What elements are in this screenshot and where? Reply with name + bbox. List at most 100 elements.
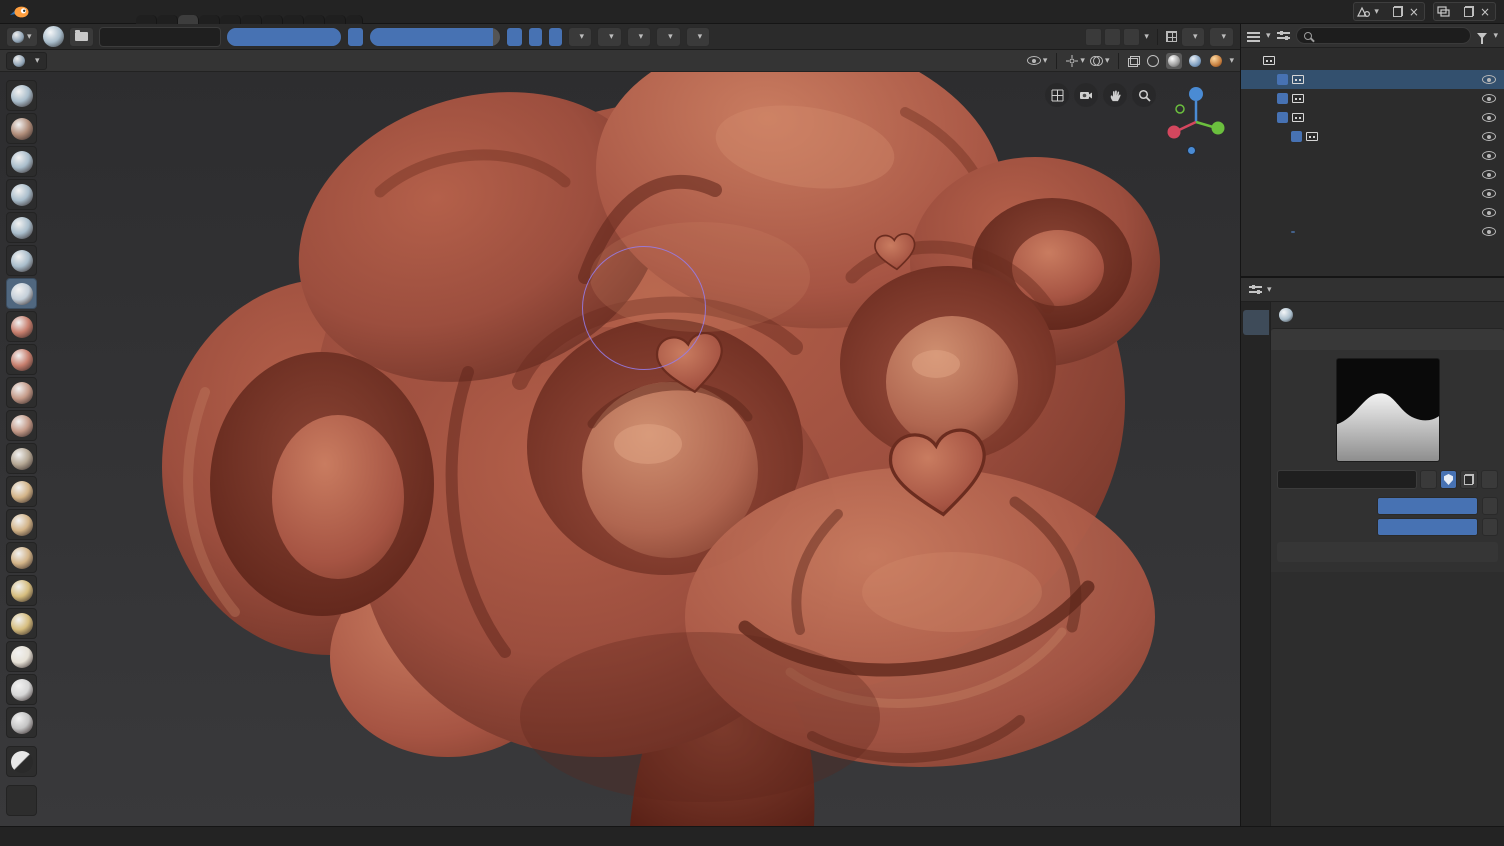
zoom-button[interactable] <box>1132 83 1156 107</box>
tab-tool[interactable] <box>1242 310 1269 335</box>
view-layer-selector[interactable]: × <box>1432 2 1496 21</box>
outliner-search[interactable] <box>1295 27 1472 44</box>
eye-icon[interactable] <box>1482 132 1496 141</box>
tab-texture[interactable] <box>1243 662 1269 687</box>
xray-toggle[interactable] <box>1128 55 1141 67</box>
mode-selector[interactable]: ▾ <box>6 51 47 70</box>
brush-tool-smooth[interactable] <box>6 311 37 342</box>
blender-logo-icon[interactable] <box>8 5 30 19</box>
strength-slider[interactable] <box>1377 518 1478 536</box>
outliner-row-sphere[interactable] <box>1241 184 1504 203</box>
tab-data[interactable] <box>1243 603 1269 628</box>
strength-pressure-button[interactable] <box>1482 518 1498 536</box>
mirror-y-toggle[interactable] <box>1104 27 1122 46</box>
dyntopo-dropdown[interactable]: ▾ <box>1180 26 1206 47</box>
collection-checkbox[interactable] <box>1277 93 1288 104</box>
brush-tool-crease[interactable] <box>6 278 37 309</box>
brush-panel-header[interactable] <box>1271 328 1504 350</box>
outliner-row-2-helpers[interactable] <box>1241 89 1504 108</box>
brush-options-subpanel[interactable] <box>1277 542 1498 562</box>
tab-world[interactable] <box>1243 444 1269 469</box>
outliner-row-3-sculpt[interactable] <box>1241 108 1504 127</box>
brush-tool-pinch[interactable] <box>6 443 37 474</box>
brush-name-field[interactable] <box>98 26 221 47</box>
workspace-tab-scripting[interactable] <box>325 14 346 24</box>
outliner-row-1-render-setup[interactable] <box>1241 70 1504 89</box>
camera-dot-icon[interactable] <box>1187 146 1196 155</box>
filter-icon[interactable] <box>1477 32 1488 44</box>
brush-tool-draw[interactable] <box>6 80 37 111</box>
brush-preview-image[interactable] <box>1335 358 1440 462</box>
users-count-button[interactable] <box>1420 470 1437 489</box>
brush-tool-blob[interactable] <box>6 245 37 276</box>
strength-pressure-button[interactable] <box>505 26 523 47</box>
brush-tool-thumb[interactable] <box>6 575 37 606</box>
object-visibility-dropdown[interactable]: ▾ <box>1026 56 1047 66</box>
tab-particles[interactable] <box>1243 528 1269 553</box>
brush-tool-rotate[interactable] <box>6 674 37 705</box>
radius-slider[interactable] <box>225 26 342 47</box>
eye-icon[interactable] <box>1482 208 1496 217</box>
radius-slider[interactable] <box>1377 497 1478 515</box>
new-scene-icon[interactable] <box>1392 6 1403 17</box>
navigation-gizmo[interactable] <box>1160 82 1232 154</box>
workspace-tab-modeling[interactable] <box>157 14 178 24</box>
brush-tool-fill[interactable] <box>6 377 37 408</box>
workspace-tab-layout[interactable] <box>136 14 157 24</box>
brush-tool-flatten[interactable] <box>6 344 37 375</box>
outliner-row-sphere-002[interactable] <box>1241 146 1504 165</box>
dropdown-brush[interactable]: ▾ <box>567 26 593 47</box>
tab-constraints[interactable] <box>1243 578 1269 603</box>
brush-tool-layer[interactable] <box>6 179 37 210</box>
properties-editor-icon[interactable] <box>1249 284 1262 295</box>
direction-add-button[interactable] <box>527 26 543 47</box>
outliner-row-sphere-003[interactable] <box>1241 165 1504 184</box>
workspace-tab-shading[interactable] <box>241 14 262 24</box>
brush-tool-mask[interactable] <box>6 746 37 777</box>
new-brush-button[interactable] <box>1460 470 1478 489</box>
brush-tool-elastic-deform[interactable] <box>6 509 37 540</box>
outliner-editor-icon[interactable] <box>1247 31 1260 41</box>
browse-brush-button[interactable] <box>68 26 94 47</box>
outliner-display-mode-icon[interactable] <box>1276 30 1290 41</box>
scene-selector[interactable]: ▾ × <box>1353 2 1425 21</box>
outliner-search-input[interactable] <box>1316 30 1464 41</box>
dropdown-falloff[interactable]: ▾ <box>656 26 681 47</box>
options-dropdown[interactable]: ▾ <box>1209 26 1234 47</box>
tab-modifiers[interactable] <box>1243 503 1269 528</box>
eye-icon[interactable] <box>1482 189 1496 198</box>
perspective-grid-button[interactable] <box>1045 83 1069 107</box>
outliner-row-scene-collection[interactable] <box>1241 51 1504 70</box>
gizmos-dropdown[interactable]: ▾ <box>1066 54 1085 67</box>
brush-datablock-name-field[interactable] <box>1277 470 1417 489</box>
mirror-z-toggle[interactable] <box>1123 27 1141 46</box>
3d-viewport[interactable] <box>0 72 1240 826</box>
brush-tool-pose[interactable] <box>6 608 37 639</box>
shading-rendered-button[interactable] <box>1208 53 1224 69</box>
radius-pressure-button[interactable] <box>346 26 364 47</box>
unlink-scene-icon[interactable]: × <box>1407 5 1421 19</box>
pan-hand-button[interactable] <box>1103 83 1127 107</box>
shading-material-button[interactable] <box>1187 53 1203 69</box>
shading-wireframe-button[interactable] <box>1145 53 1161 69</box>
editor-type-selector[interactable]: ▾ <box>6 26 38 47</box>
unlink-brush-button[interactable] <box>1481 470 1498 489</box>
tab-material[interactable] <box>1243 628 1269 653</box>
outliner-row-heart[interactable] <box>1241 127 1504 146</box>
dropdown-stroke[interactable]: ▾ <box>626 26 652 47</box>
sculpt-mesh[interactable] <box>0 72 1240 826</box>
direction-subtract-button[interactable] <box>547 26 563 47</box>
add-workspace-button[interactable] <box>346 14 363 24</box>
mirror-x-toggle[interactable] <box>1085 27 1103 46</box>
eye-icon[interactable] <box>1482 151 1496 160</box>
dropdown-texture[interactable]: ▾ <box>597 26 622 47</box>
shading-solid-button[interactable] <box>1166 52 1183 69</box>
tab-object[interactable] <box>1243 478 1269 503</box>
workspace-tab-rendering[interactable] <box>283 14 304 24</box>
radius-pressure-button[interactable] <box>1482 497 1498 515</box>
new-view-layer-icon[interactable] <box>1463 6 1474 17</box>
outliner-row-sculpt-001[interactable] <box>1241 222 1504 241</box>
eye-icon[interactable] <box>1482 94 1496 103</box>
collection-checkbox[interactable] <box>1277 74 1288 85</box>
camera-view-button[interactable] <box>1074 83 1098 107</box>
